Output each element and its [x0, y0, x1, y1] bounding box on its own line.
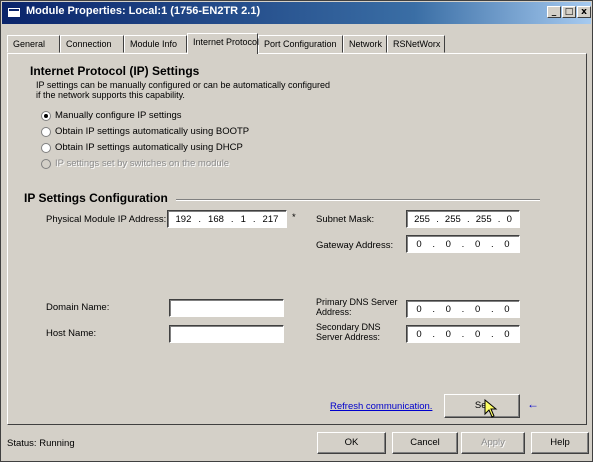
radio-manual-label[interactable]: Manually configure IP settings — [55, 110, 182, 121]
required-mark: * — [292, 212, 296, 223]
ip-octet: 1 — [240, 213, 246, 225]
host-name-input[interactable] — [169, 325, 284, 343]
ip-octet: 0 — [445, 238, 451, 250]
ip-octet: 255 — [444, 213, 461, 225]
ip-octet: 0 — [445, 303, 451, 315]
refresh-communication-link[interactable]: Refresh communication. — [330, 401, 432, 412]
primary-dns-label-1: Primary DNS Server — [316, 297, 398, 307]
radio-dhcp[interactable] — [41, 143, 51, 153]
secondary-dns-field[interactable]: 0. 0. 0. 0 — [406, 325, 520, 343]
close-button[interactable]: x — [577, 6, 591, 18]
ip-octet: 0 — [474, 328, 481, 340]
config-divider — [176, 199, 540, 201]
tab-internet-protocol[interactable]: Internet Protocol — [187, 33, 259, 54]
host-name-label: Host Name: — [46, 328, 97, 339]
ip-octet: 168 — [208, 213, 224, 225]
title-bar[interactable]: Module Properties: Local:1 (1756-EN2TR 2… — [2, 2, 591, 24]
tab-network[interactable]: Network — [343, 35, 387, 53]
window-icon — [7, 7, 21, 18]
physical-ip-field[interactable]: 192. 168. 1. 217 — [167, 210, 287, 228]
help-button[interactable]: Help — [531, 432, 589, 454]
minimize-button[interactable]: _ — [547, 6, 561, 18]
ip-octet: 0 — [474, 303, 481, 315]
apply-button: Apply — [461, 432, 525, 454]
set-button[interactable]: Set — [444, 394, 520, 418]
ip-octet: 0 — [416, 328, 422, 340]
ip-octet: 0 — [474, 238, 481, 250]
physical-ip-label: Physical Module IP Address: — [46, 214, 167, 225]
secondary-dns-label-1: Secondary DNS — [316, 322, 381, 332]
radio-manual[interactable] — [41, 111, 51, 121]
tab-connection[interactable]: Connection — [60, 35, 124, 53]
subnet-mask-field[interactable]: 255. 255. 255. 0 — [406, 210, 520, 228]
ip-octet: 192 — [175, 213, 192, 225]
ip-octet: 0 — [504, 303, 510, 315]
internet-protocol-panel: Internet Protocol (IP) Settings IP setti… — [7, 53, 587, 425]
ip-octet: 255 — [414, 213, 430, 225]
primary-dns-label-2: Address: — [316, 307, 352, 317]
ip-settings-desc-1: IP settings can be manually configured o… — [36, 80, 331, 90]
ip-octet: 0 — [445, 328, 451, 340]
ok-button[interactable]: OK — [317, 432, 386, 454]
radio-switches — [41, 159, 51, 169]
window-title: Module Properties: Local:1 (1756-EN2TR 2… — [26, 5, 261, 17]
ip-settings-heading: Internet Protocol (IP) Settings — [30, 64, 200, 78]
ip-octet: 255 — [475, 213, 492, 225]
ip-octet: 0 — [416, 303, 422, 315]
maximize-button[interactable]: □ — [562, 6, 576, 18]
status-text: Status: Running — [7, 438, 75, 449]
ip-octet: 217 — [262, 213, 279, 225]
ip-octet: 0 — [504, 238, 510, 250]
radio-bootp[interactable] — [41, 127, 51, 137]
ip-octet: 0 — [504, 328, 510, 340]
ip-octet: 0 — [506, 213, 512, 225]
tab-module-info[interactable]: Module Info — [124, 35, 187, 53]
domain-name-label: Domain Name: — [46, 302, 110, 313]
tab-port-configuration[interactable]: Port Configuration — [258, 35, 343, 53]
radio-switches-label: IP settings set by switches on the modul… — [55, 158, 230, 169]
subnet-mask-label: Subnet Mask: — [316, 214, 375, 225]
radio-dhcp-label[interactable]: Obtain IP settings automatically using D… — [55, 142, 243, 153]
primary-dns-field[interactable]: 0. 0. 0. 0 — [406, 300, 520, 318]
gateway-field[interactable]: 0. 0. 0. 0 — [406, 235, 520, 253]
ip-settings-desc-2: if the network supports this capability. — [36, 90, 185, 100]
radio-bootp-label[interactable]: Obtain IP settings automatically using B… — [55, 126, 249, 137]
arrow-left-icon: ← — [527, 397, 539, 411]
tab-rsnetworx[interactable]: RSNetWorx — [387, 35, 445, 53]
config-heading: IP Settings Configuration — [24, 191, 168, 205]
ip-octet: 0 — [416, 238, 422, 250]
gateway-label: Gateway Address: — [316, 240, 394, 251]
secondary-dns-label-2: Server Address: — [316, 332, 381, 342]
module-properties-window: Module Properties: Local:1 (1756-EN2TR 2… — [0, 0, 593, 462]
mouse-pointer-icon — [484, 399, 498, 418]
tab-general[interactable]: General — [7, 35, 60, 53]
cancel-button[interactable]: Cancel — [392, 432, 458, 454]
domain-name-input[interactable] — [169, 299, 284, 317]
